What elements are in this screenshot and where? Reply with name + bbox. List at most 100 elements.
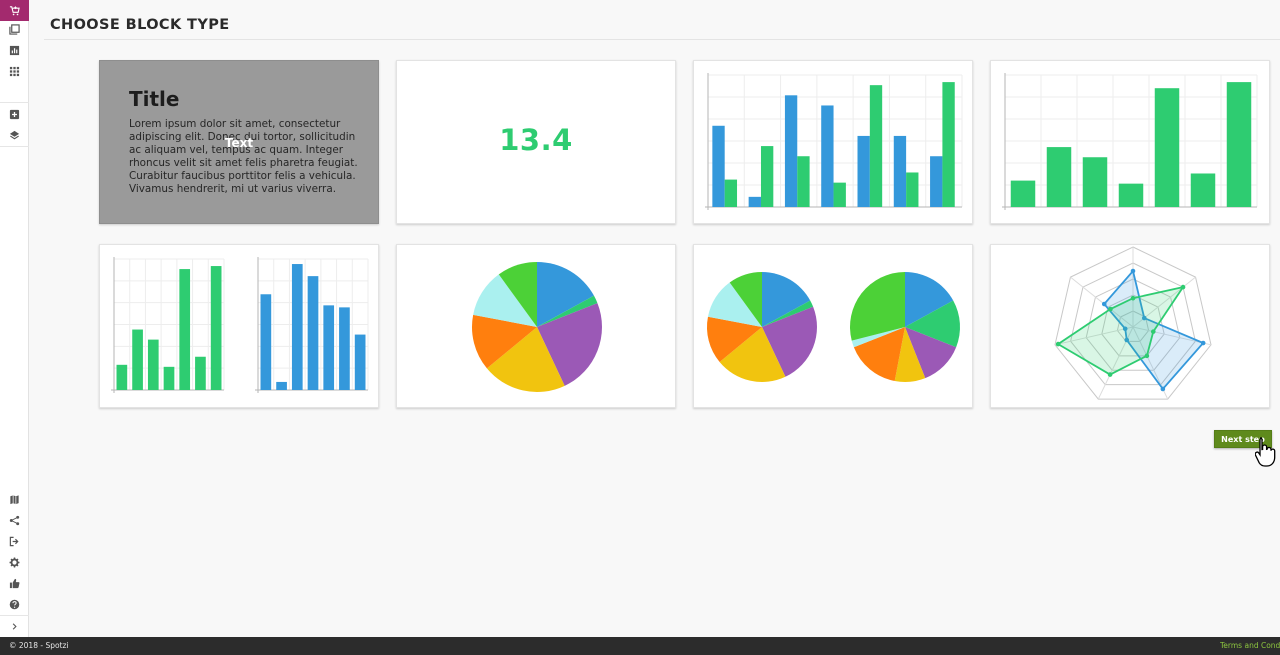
bar — [833, 182, 846, 207]
sidebar-item-feedback[interactable] — [0, 573, 29, 594]
cart-plus-icon — [9, 6, 20, 16]
block-option-text[interactable]: Title Lorem ipsum dolor sit amet, consec… — [99, 60, 379, 224]
bar — [1226, 82, 1252, 207]
radar-point — [1130, 295, 1136, 301]
sidebar-item-charts[interactable] — [0, 40, 29, 61]
bar — [797, 156, 810, 207]
radar-point — [1101, 301, 1107, 307]
block-option-grouped-bar-chart[interactable] — [693, 60, 973, 224]
title-divider — [44, 39, 1280, 40]
bar — [784, 95, 798, 207]
multiple-pie-charts — [707, 272, 960, 382]
sidebar-item-grid[interactable] — [0, 61, 29, 82]
multiple-bar-charts — [111, 257, 369, 393]
bar — [354, 334, 366, 390]
radar-point — [1107, 372, 1113, 377]
sidebar-item-export[interactable] — [0, 531, 29, 552]
sidebar-item-settings[interactable] — [0, 552, 29, 573]
map-icon — [10, 495, 19, 505]
bar — [116, 364, 128, 390]
bar — [339, 307, 350, 390]
bar-chart-icon — [9, 45, 20, 56]
sidebar-item-share[interactable] — [0, 510, 29, 531]
chevron-right-icon — [12, 623, 17, 630]
pie-chart — [472, 262, 602, 392]
layers-icon — [9, 130, 20, 140]
export-icon — [9, 536, 19, 547]
text-block-body: Lorem ipsum dolor sit amet, consectetur … — [129, 118, 358, 196]
text-block-title: Title — [129, 87, 180, 111]
hand-pointer-icon — [1255, 437, 1276, 467]
sidebar-item-pages[interactable] — [0, 19, 29, 40]
bar — [307, 276, 319, 390]
bar — [748, 196, 761, 207]
radar-point — [1150, 329, 1156, 334]
bar-chart — [1002, 73, 1258, 210]
sidebar-item-add-block[interactable] — [0, 104, 29, 125]
bar — [857, 135, 870, 207]
pie-group — [707, 272, 817, 382]
bar-chart-group — [111, 257, 225, 393]
block-option-radar-chart[interactable] — [990, 244, 1270, 408]
bar — [942, 82, 955, 207]
terms-link[interactable]: Terms and Conditions — [1220, 641, 1280, 650]
block-type-label: Text — [224, 136, 254, 150]
sidebar-expand-toggle[interactable] — [0, 616, 29, 637]
pages-icon — [9, 24, 20, 35]
bar — [1010, 180, 1036, 207]
bar — [163, 366, 175, 390]
add-box-icon — [9, 109, 20, 120]
bar — [1154, 88, 1180, 207]
bar — [930, 156, 943, 207]
thumbs-up-icon — [9, 578, 20, 589]
bar — [291, 264, 303, 390]
radar-chart — [1054, 246, 1212, 400]
radar-point — [1180, 284, 1186, 290]
bar — [260, 294, 272, 390]
block-option-multiple-pie-charts[interactable] — [693, 244, 973, 408]
sidebar-item-help[interactable] — [0, 594, 29, 615]
bar — [1118, 183, 1144, 207]
block-option-multiple-bar-charts[interactable] — [99, 244, 379, 408]
bar — [712, 125, 725, 207]
grid-icon — [9, 66, 20, 77]
sidebar-item-layers[interactable] — [0, 125, 29, 146]
sidebar-item-map[interactable] — [0, 489, 29, 510]
radar-group — [1054, 246, 1212, 400]
sidebar-item-cart[interactable] — [0, 0, 29, 21]
block-option-pie-chart[interactable] — [396, 244, 676, 408]
bar-chart-group — [1002, 73, 1258, 210]
pie-group — [850, 272, 960, 382]
bar — [869, 85, 883, 207]
bar — [1082, 157, 1108, 207]
radar-point — [1108, 306, 1113, 312]
bar — [276, 381, 287, 390]
number-value: 13.4 — [499, 123, 573, 157]
footer: © 2018 - Spotzi Terms and Conditions — [0, 637, 1280, 655]
page-title: CHOOSE BLOCK TYPE — [50, 17, 230, 33]
bar — [195, 356, 206, 390]
bar — [906, 172, 919, 207]
sidebar — [0, 0, 29, 637]
bar — [893, 135, 907, 207]
grouped-bar-chart — [705, 73, 963, 210]
bar-chart-group — [705, 73, 963, 210]
footer-copyright: © 2018 - Spotzi — [9, 641, 69, 650]
bar — [1046, 147, 1072, 207]
block-option-bar-chart[interactable] — [990, 60, 1270, 224]
bar — [132, 329, 143, 390]
share-icon — [9, 515, 20, 526]
bar-chart-group — [255, 257, 369, 393]
radar-point — [1055, 341, 1061, 347]
radar-point — [1160, 386, 1166, 392]
radar-point — [1130, 268, 1136, 274]
bar — [179, 269, 191, 390]
bar — [210, 266, 222, 390]
bar — [724, 179, 738, 207]
bar — [1190, 173, 1216, 207]
radar-point — [1144, 353, 1150, 359]
block-option-number[interactable]: 13.4 — [396, 60, 676, 224]
bar — [821, 105, 834, 207]
help-icon — [9, 599, 20, 610]
gear-icon — [9, 557, 20, 568]
